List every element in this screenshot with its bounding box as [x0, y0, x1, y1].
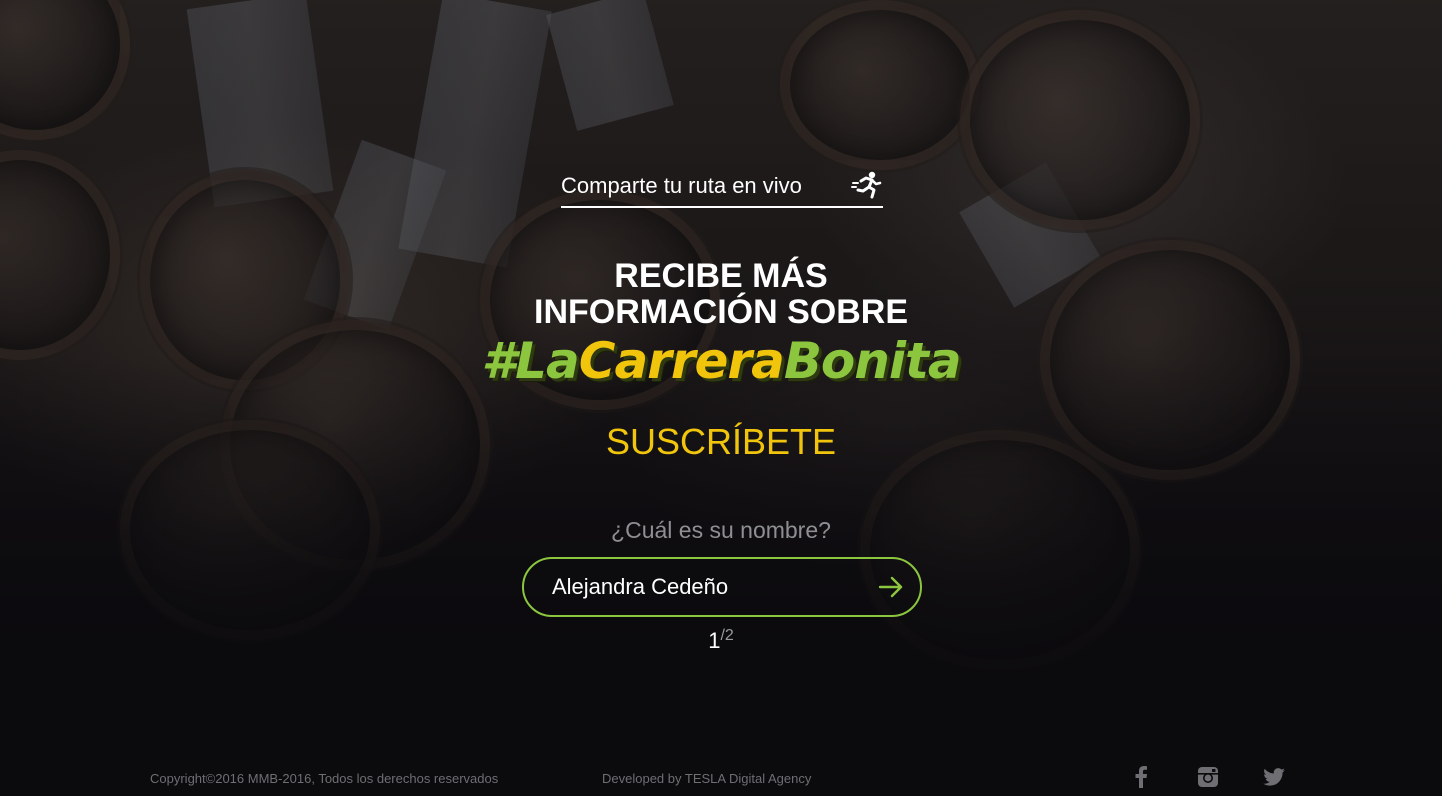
- name-field-wrapper: [522, 557, 922, 617]
- hashtag-word-carrera: Carrera: [578, 332, 785, 390]
- developer-credit[interactable]: Developed by TESLA Digital Agency: [602, 771, 811, 786]
- page: Comparte tu ruta en vivo RECIBE MÁS INFO…: [0, 0, 1442, 796]
- dark-overlay: [0, 0, 1442, 796]
- hero-headline: RECIBE MÁS INFORMACIÓN SOBRE: [421, 258, 1021, 330]
- hashtag-symbol: #: [481, 332, 516, 390]
- copyright-text: Copyright©2016 MMB-2016, Todos los derec…: [150, 771, 499, 786]
- step-current: 1: [708, 628, 721, 653]
- twitter-icon[interactable]: [1261, 764, 1287, 790]
- footer: Copyright©2016 MMB-2016, Todos los derec…: [0, 760, 1442, 796]
- share-route-link[interactable]: Comparte tu ruta en vivo: [561, 170, 883, 208]
- arrow-right-icon[interactable]: [876, 572, 906, 602]
- instagram-icon[interactable]: [1195, 764, 1221, 790]
- hashtag-word-bonita: Bonita: [783, 332, 962, 390]
- headline-line-1: RECIBE MÁS: [614, 257, 828, 295]
- hashtag-word-la: La: [515, 332, 580, 390]
- facebook-icon[interactable]: [1128, 764, 1154, 790]
- step-total: /2: [720, 627, 734, 644]
- runner-icon: [851, 170, 883, 202]
- share-route-label: Comparte tu ruta en vivo: [561, 173, 802, 198]
- headline-line-2: INFORMACIÓN SOBRE: [534, 293, 908, 331]
- hashtag-title: #LaCarreraBonita: [421, 330, 1021, 392]
- subscribe-title: SUSCRÍBETE: [605, 421, 837, 462]
- name-question: ¿Cuál es su nombre?: [611, 517, 831, 543]
- name-input[interactable]: [552, 574, 876, 600]
- step-indicator: 1/2: [621, 627, 821, 654]
